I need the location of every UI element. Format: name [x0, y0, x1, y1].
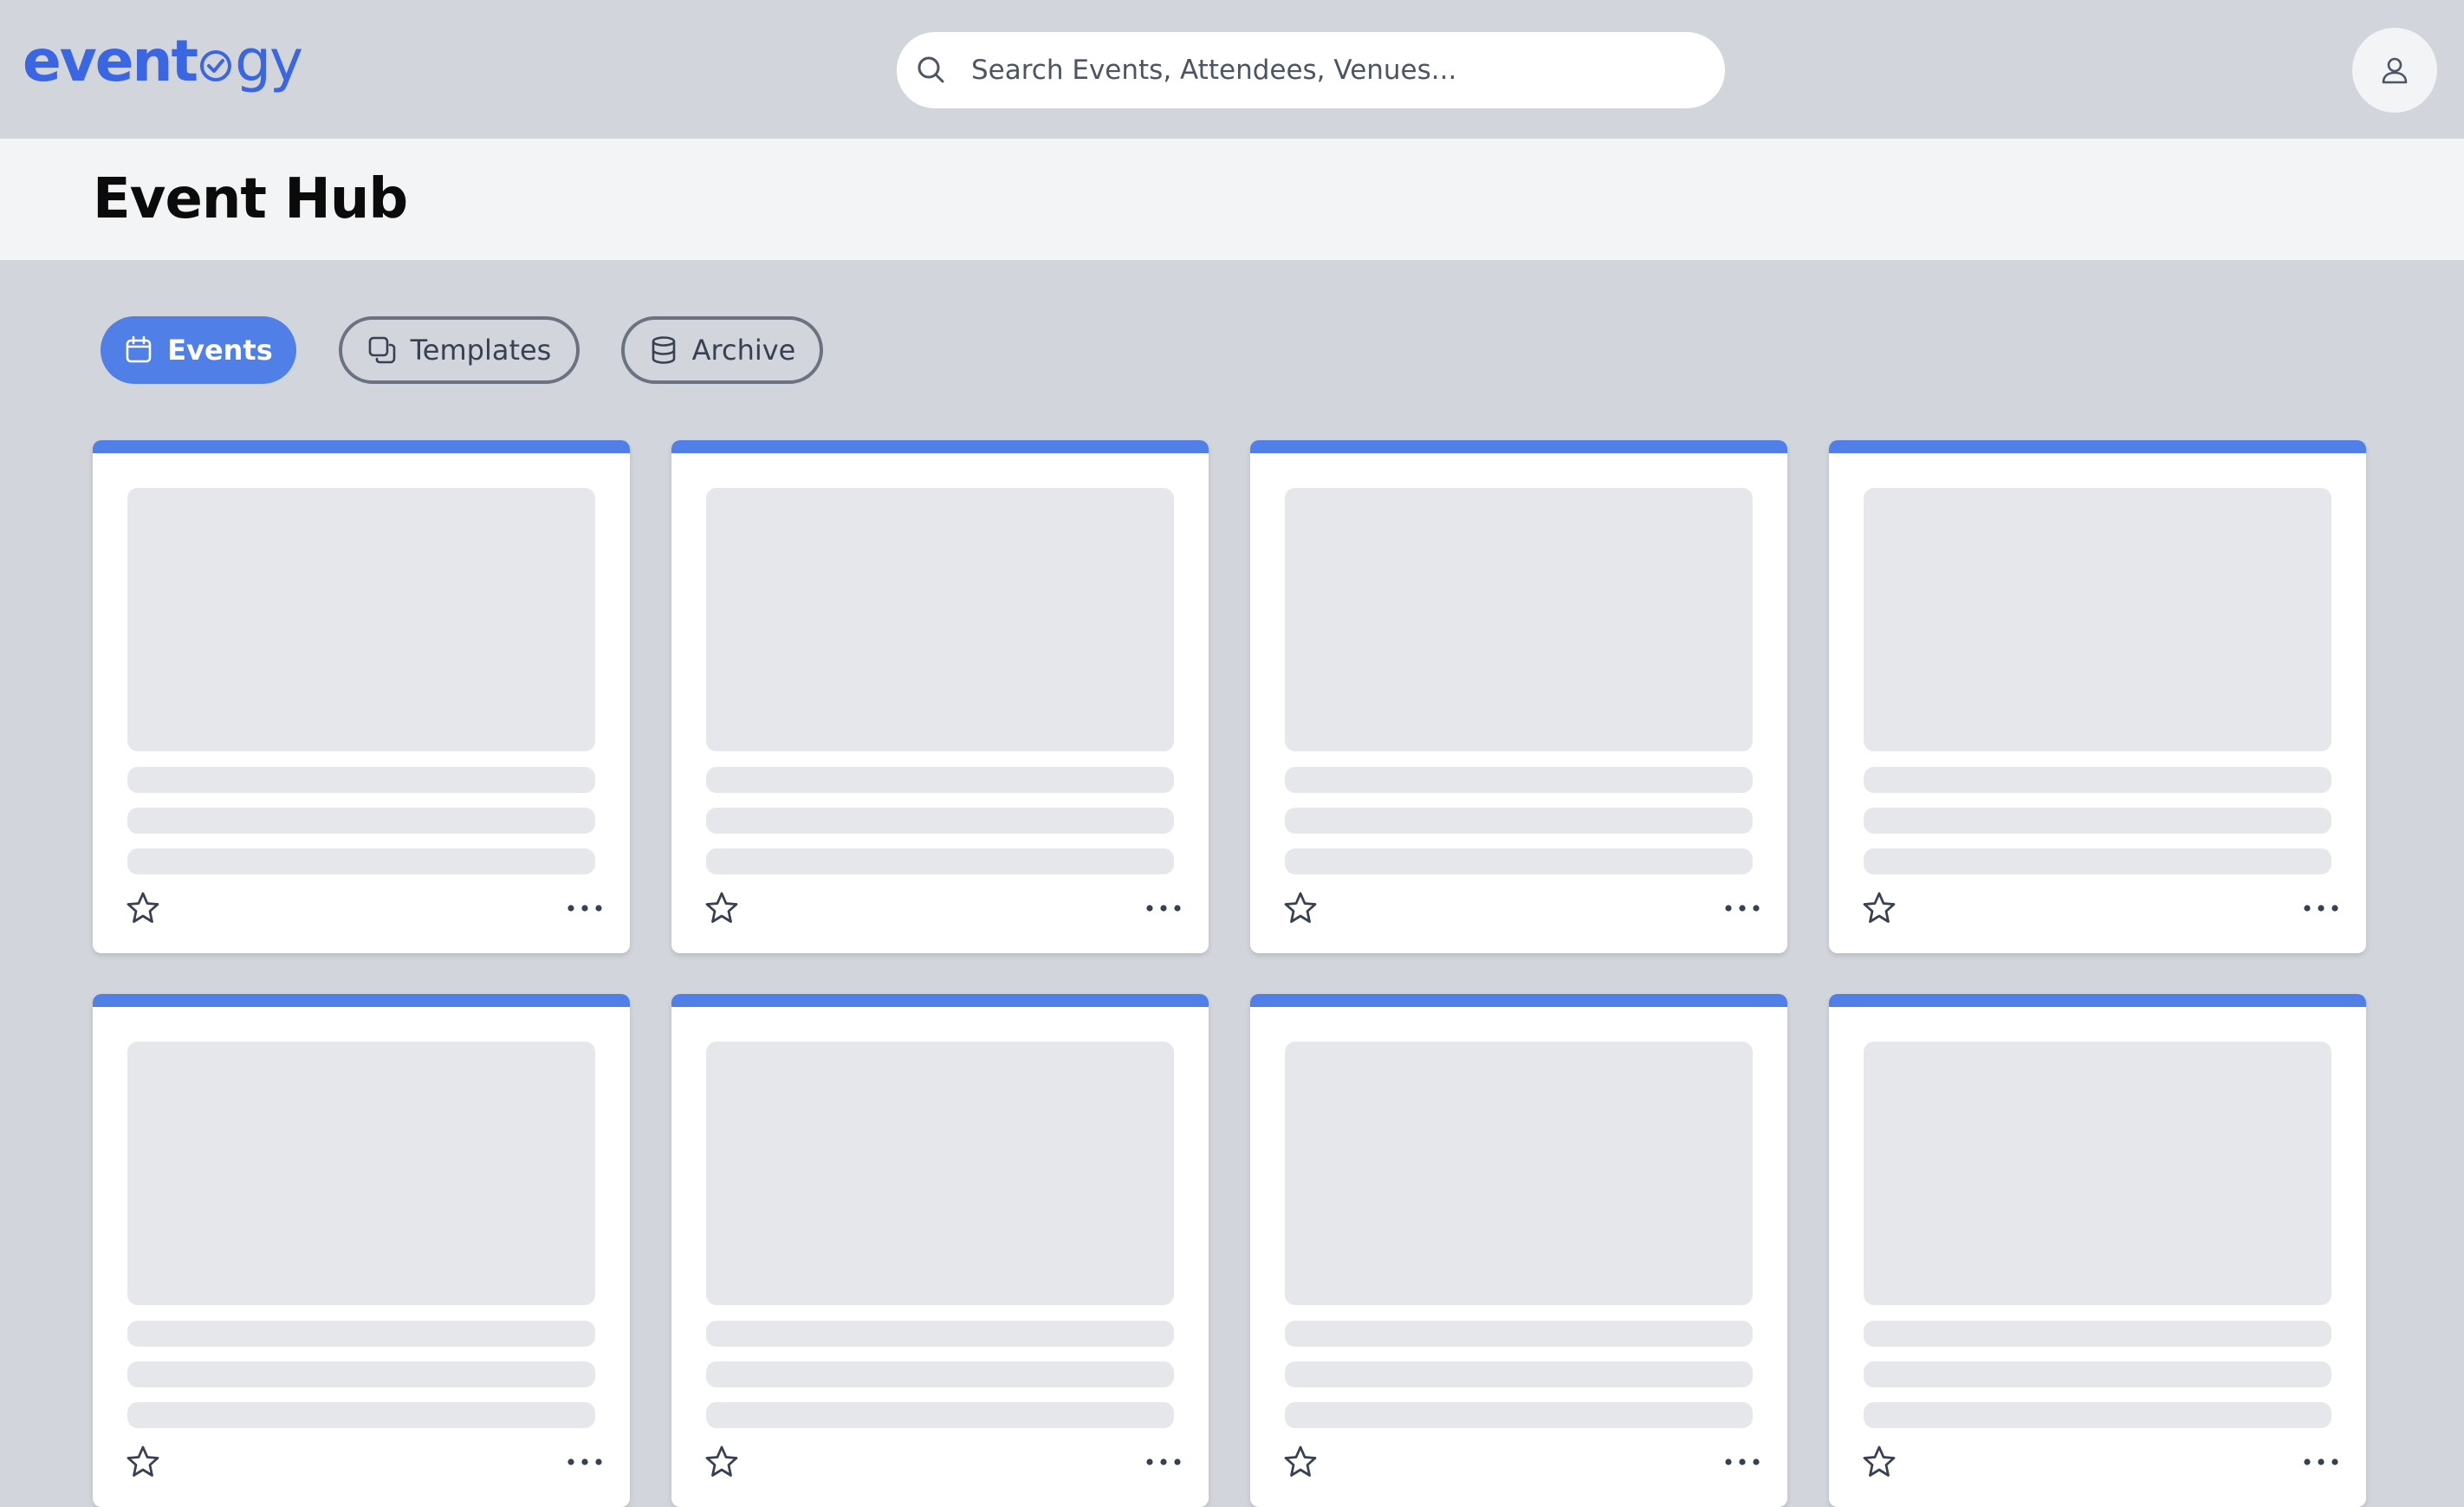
event-card-grid: [0, 0, 2464, 1507]
skeleton-text-line: [127, 1402, 595, 1428]
skeleton-text-line: [1285, 808, 1753, 834]
more-horizontal-icon[interactable]: [1722, 893, 1762, 924]
event-card-skeleton[interactable]: [93, 994, 630, 1507]
more-horizontal-icon[interactable]: [2301, 1446, 2341, 1478]
skeleton-image-placeholder: [127, 488, 595, 751]
skeleton-image-placeholder: [1285, 1042, 1753, 1305]
skeleton-text-line: [1864, 1402, 2331, 1428]
star-icon[interactable]: [125, 1444, 161, 1480]
skeleton-text-line: [1864, 808, 2331, 834]
skeleton-image-placeholder: [127, 1042, 595, 1305]
card-accent-bar: [93, 994, 630, 1007]
skeleton-text-line: [1864, 767, 2331, 793]
more-horizontal-icon[interactable]: [2301, 893, 2341, 924]
skeleton-text-line: [127, 808, 595, 834]
star-icon[interactable]: [125, 890, 161, 926]
skeleton-text-line: [706, 808, 1174, 834]
card-accent-bar: [671, 440, 1209, 453]
skeleton-image-placeholder: [1285, 488, 1753, 751]
card-accent-bar: [1250, 440, 1787, 453]
skeleton-image-placeholder: [1864, 1042, 2331, 1305]
skeleton-text-line: [1864, 1361, 2331, 1387]
event-card-skeleton[interactable]: [93, 440, 630, 953]
event-card-skeleton[interactable]: [671, 440, 1209, 953]
skeleton-text-line: [127, 1361, 595, 1387]
event-card-skeleton[interactable]: [1829, 994, 2366, 1507]
skeleton-text-line: [706, 1321, 1174, 1347]
skeleton-text-line: [1285, 1321, 1753, 1347]
star-icon[interactable]: [1861, 890, 1897, 926]
skeleton-image-placeholder: [1864, 488, 2331, 751]
more-horizontal-icon[interactable]: [565, 893, 605, 924]
more-horizontal-icon[interactable]: [565, 1446, 605, 1478]
skeleton-text-line: [127, 767, 595, 793]
skeleton-text-line: [1864, 848, 2331, 874]
event-card-skeleton[interactable]: [671, 994, 1209, 1507]
skeleton-text-line: [127, 848, 595, 874]
more-horizontal-icon[interactable]: [1144, 893, 1183, 924]
star-icon[interactable]: [704, 890, 740, 926]
skeleton-text-line: [1864, 1321, 2331, 1347]
skeleton-text-line: [127, 1321, 595, 1347]
skeleton-image-placeholder: [706, 488, 1174, 751]
card-accent-bar: [1829, 994, 2366, 1007]
card-accent-bar: [671, 994, 1209, 1007]
event-card-skeleton[interactable]: [1829, 440, 2366, 953]
skeleton-text-line: [1285, 1402, 1753, 1428]
skeleton-text-line: [706, 1361, 1174, 1387]
more-horizontal-icon[interactable]: [1144, 1446, 1183, 1478]
skeleton-text-line: [706, 767, 1174, 793]
skeleton-text-line: [1285, 848, 1753, 874]
skeleton-image-placeholder: [706, 1042, 1174, 1305]
more-horizontal-icon[interactable]: [1722, 1446, 1762, 1478]
skeleton-text-line: [706, 848, 1174, 874]
skeleton-text-line: [706, 1402, 1174, 1428]
event-card-skeleton[interactable]: [1250, 994, 1787, 1507]
star-icon[interactable]: [1282, 1444, 1319, 1480]
card-accent-bar: [1250, 994, 1787, 1007]
star-icon[interactable]: [1861, 1444, 1897, 1480]
card-accent-bar: [1829, 440, 2366, 453]
skeleton-text-line: [1285, 767, 1753, 793]
skeleton-text-line: [1285, 1361, 1753, 1387]
event-card-skeleton[interactable]: [1250, 440, 1787, 953]
star-icon[interactable]: [704, 1444, 740, 1480]
card-accent-bar: [93, 440, 630, 453]
star-icon[interactable]: [1282, 890, 1319, 926]
